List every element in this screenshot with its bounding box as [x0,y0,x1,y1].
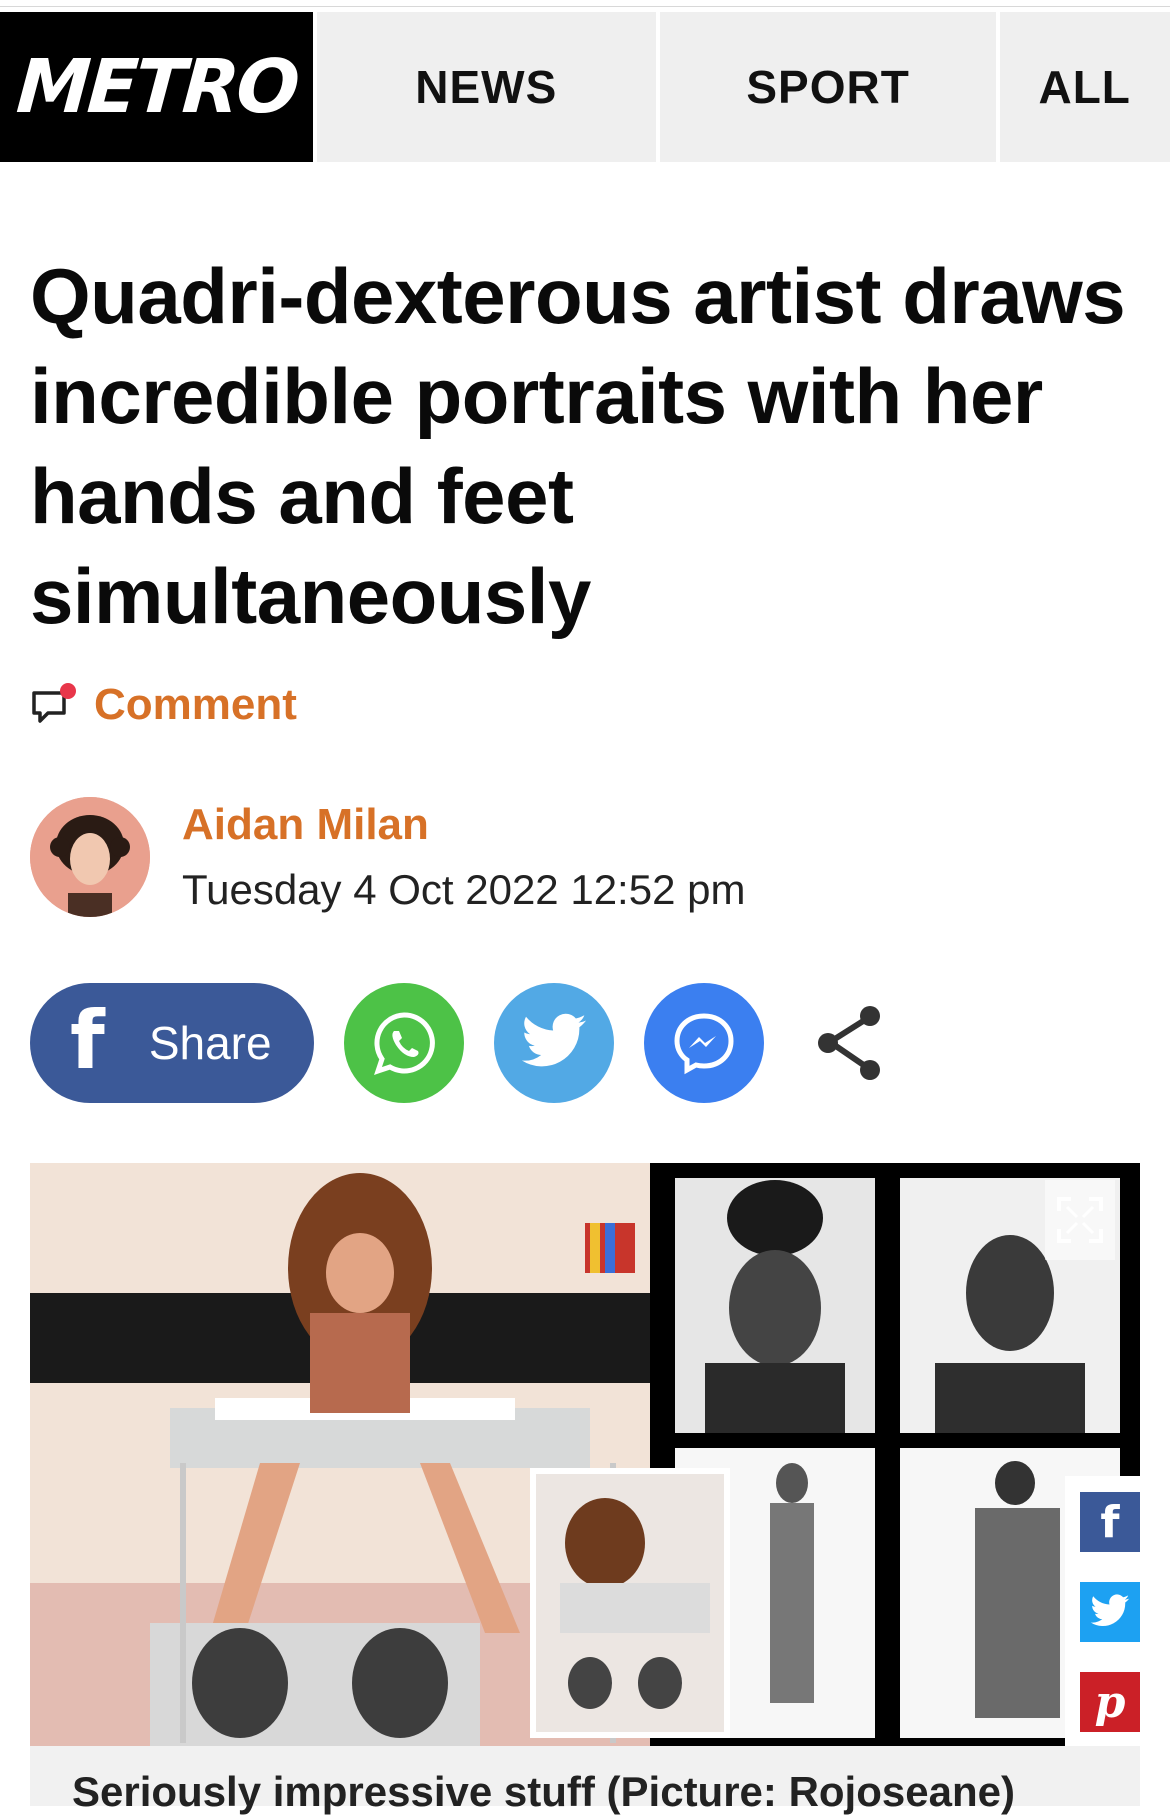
author-avatar[interactable] [30,797,150,917]
article-photo-collage [30,1163,1140,1746]
facebook-share-button[interactable]: f Share [30,983,314,1103]
whatsapp-share-button[interactable] [344,983,464,1103]
expand-image-button[interactable] [1045,1180,1115,1260]
comment-link[interactable]: Comment [30,680,297,730]
twitter-icon [521,1013,587,1067]
avatar-image [30,797,150,917]
comment-icon [32,683,76,723]
article-image[interactable] [30,1163,1140,1746]
author-name[interactable]: Aidan Milan [182,800,429,850]
facebook-icon: f [1100,1496,1120,1548]
twitter-share-button[interactable] [494,983,614,1103]
logo-text: METRO [13,44,300,130]
messenger-icon [674,1013,734,1075]
top-border [0,0,1170,7]
image-facebook-share[interactable]: f [1080,1492,1140,1552]
article-headline: Quadri-dexterous artist draws incredible… [30,252,1126,640]
share-icon[interactable] [806,1000,892,1086]
comment-label: Comment [94,680,297,729]
whatsapp-icon [374,1012,435,1075]
image-twitter-share[interactable] [1080,1582,1140,1642]
top-navigation: METRO NEWS SPORT ALL [0,12,1170,162]
image-share-sidebar: f p [1065,1476,1140,1746]
pinterest-icon: p [1094,1676,1126,1728]
publish-date: Tuesday 4 Oct 2022 12:52 pm [182,866,746,913]
image-caption: Seriously impressive stuff (Picture: Roj… [30,1746,1140,1815]
share-label: Share [148,1017,272,1069]
facebook-icon: f [70,993,105,1087]
image-pinterest-share[interactable]: p [1080,1672,1140,1732]
messenger-share-button[interactable] [644,983,764,1103]
expand-icon [1057,1197,1103,1243]
caption-text: Seriously impressive stuff (Picture: Roj… [72,1768,1015,1815]
twitter-icon [1090,1594,1130,1627]
nav-item-all[interactable]: ALL [1000,12,1170,162]
metro-logo[interactable]: METRO [0,12,313,162]
nav-item-sport[interactable]: SPORT [659,12,997,162]
nav-item-news[interactable]: NEWS [316,12,656,162]
